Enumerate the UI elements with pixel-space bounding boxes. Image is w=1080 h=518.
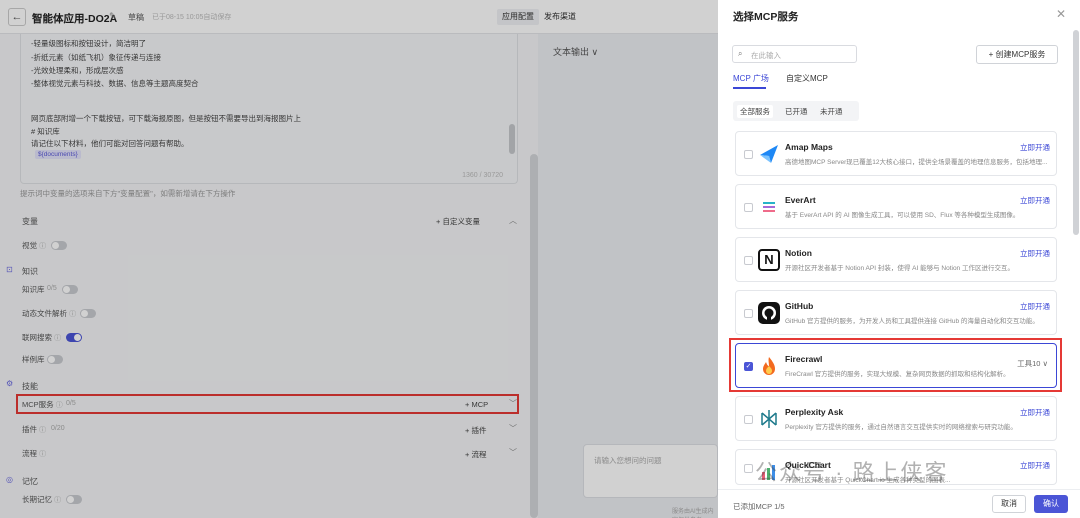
- footer-divider: [718, 489, 1080, 490]
- mcp-name: Perplexity Ask: [785, 407, 844, 417]
- firecrawl-highlight-box: [729, 338, 1062, 392]
- confirm-button[interactable]: 确认: [1034, 495, 1068, 513]
- everart-logo-icon: [758, 196, 780, 218]
- mcp-card-github[interactable]: GitHub GitHub 官方提供的服务，为开发人员和工具提供连接 GitHu…: [735, 290, 1057, 335]
- mcp-name: Notion: [785, 248, 812, 258]
- drawer-title: 选择MCP服务: [733, 11, 799, 23]
- enable-link[interactable]: 立即开通: [1020, 407, 1050, 418]
- close-icon[interactable]: ✕: [1056, 7, 1066, 21]
- checkbox[interactable]: [744, 150, 753, 159]
- search-icon: ⌕: [738, 49, 743, 58]
- checkbox[interactable]: [744, 203, 753, 212]
- mcp-search-input[interactable]: ⌕ 在此输入: [732, 45, 857, 63]
- mcp-name: GitHub: [785, 301, 814, 311]
- mcp-card-amap[interactable]: Amap Maps 高德地图MCP Server现已覆盖12大核心接口，提供全场…: [735, 131, 1057, 176]
- filter-bar: 全部服务 已开通 未开通: [733, 101, 859, 121]
- tab-custom-mcp[interactable]: 自定义MCP: [786, 73, 828, 84]
- mcp-desc: 开源社区开发者基于 Notion API 封装，使得 AI 能够与 Notion…: [785, 265, 1014, 272]
- mcp-card-everart[interactable]: EverArt 基于 EverArt API 的 AI 图像生成工具，可以使用 …: [735, 184, 1057, 229]
- mcp-card-notion[interactable]: N Notion 开源社区开发者基于 Notion API 封装，使得 AI 能…: [735, 237, 1057, 282]
- enable-link[interactable]: 立即开通: [1020, 301, 1050, 312]
- github-logo-icon: [758, 302, 780, 324]
- checkbox[interactable]: [744, 256, 753, 265]
- mcp-desc: 基于 EverArt API 的 AI 图像生成工具，可以使用 SD、Flux …: [785, 212, 1020, 219]
- tab-mcp-plaza[interactable]: MCP 广场: [733, 73, 769, 84]
- watermark: 公众号 · 路上侠客: [755, 460, 949, 485]
- mcp-drawer: 选择MCP服务 ✕ ⌕ 在此输入 + 创建MCP服务 MCP 广场 自定义MCP…: [718, 0, 1080, 518]
- enable-link[interactable]: 立即开通: [1020, 195, 1050, 206]
- enable-link[interactable]: 立即开通: [1020, 460, 1050, 471]
- amap-logo-icon: [758, 143, 780, 165]
- cancel-button[interactable]: 取消: [992, 495, 1026, 513]
- filter-all[interactable]: 全部服务: [737, 105, 773, 118]
- modal-overlay[interactable]: [0, 0, 718, 518]
- mcp-desc: Perplexity 官方提供的服务，通过自然语言交互提供实时的网络搜索与研究功…: [785, 424, 1017, 431]
- create-mcp-button[interactable]: + 创建MCP服务: [976, 45, 1058, 64]
- checkbox[interactable]: [744, 464, 753, 473]
- mcp-desc: 高德地图MCP Server现已覆盖12大核心接口，提供全场景覆盖的地理信息服务…: [785, 159, 1048, 166]
- mcp-card-perplexity[interactable]: Perplexity Ask Perplexity 官方提供的服务，通过自然语言…: [735, 396, 1057, 441]
- filter-enabled[interactable]: 已开通: [782, 105, 811, 118]
- drawer-scrollbar[interactable]: [1073, 30, 1079, 235]
- mcp-name: EverArt: [785, 195, 816, 205]
- enable-link[interactable]: 立即开通: [1020, 248, 1050, 259]
- checkbox[interactable]: [744, 309, 753, 318]
- mcp-desc: GitHub 官方提供的服务，为开发人员和工具提供连接 GitHub 的海量自动…: [785, 318, 1039, 325]
- enable-link[interactable]: 立即开通: [1020, 142, 1050, 153]
- perplexity-logo-icon: [758, 408, 780, 430]
- checkbox[interactable]: [744, 415, 753, 424]
- search-placeholder: 在此输入: [751, 51, 781, 60]
- notion-logo-icon: N: [758, 249, 780, 271]
- active-tab-indicator: [733, 87, 766, 89]
- filter-disabled[interactable]: 未开通: [817, 105, 846, 118]
- mcp-name: Amap Maps: [785, 142, 833, 152]
- added-count: 已添加MCP 1/5: [733, 502, 785, 511]
